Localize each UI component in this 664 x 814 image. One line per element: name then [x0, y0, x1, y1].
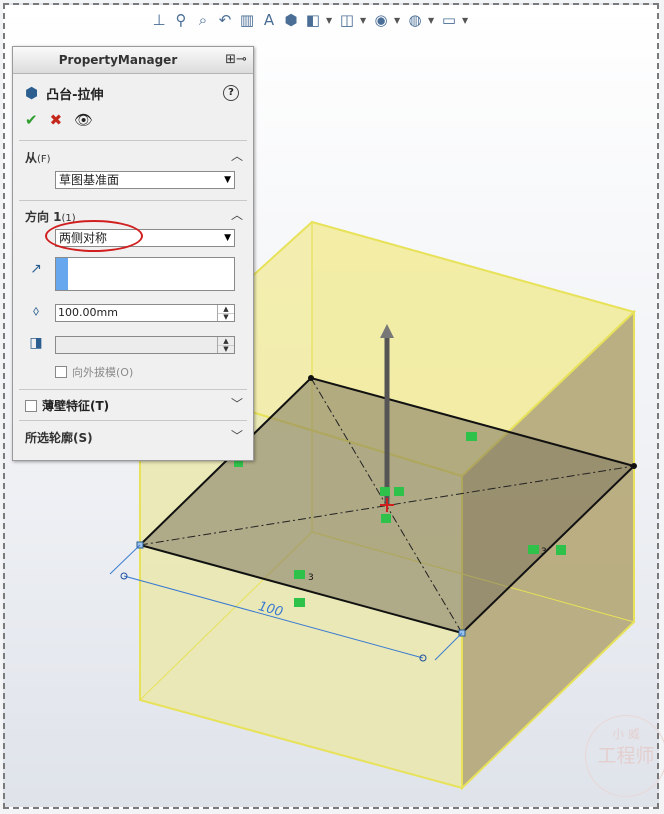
sketch-point[interactable]	[631, 463, 637, 469]
boss-extrude-icon: ⬢	[25, 84, 39, 102]
chevron-up-icon[interactable]: ︿	[231, 206, 243, 223]
divider	[19, 420, 247, 421]
relation-count: 3	[541, 547, 547, 557]
parallel-relation-icon[interactable]	[528, 545, 539, 554]
chevron-down-icon[interactable]: ▼	[428, 16, 436, 25]
zoom-to-fit-icon[interactable]: ⚲	[172, 11, 190, 29]
action-buttons: ✔ ✖ 👁	[25, 111, 253, 129]
parallel-relation-icon[interactable]	[294, 570, 305, 579]
chevron-down-icon[interactable]: ▼	[394, 16, 402, 25]
reverse-direction-icon[interactable]: ↗	[25, 261, 47, 281]
depth-input[interactable]: 100.00mm ▲ ▼	[55, 304, 235, 322]
sketch-point[interactable]	[308, 375, 314, 381]
spin-down-icon[interactable]: ▼	[217, 345, 234, 353]
edit-appearance-icon[interactable]: ◉	[372, 11, 390, 29]
view-orientation-icon[interactable]: ⬢	[282, 11, 300, 29]
draft-outward-checkbox[interactable]: 向外拔模(O)	[55, 364, 133, 380]
view-settings-icon[interactable]: ▭	[440, 11, 458, 29]
divider	[19, 200, 247, 201]
horizontal-relation-icon[interactable]	[294, 598, 305, 607]
selected-contours-title[interactable]: 所选轮廓(S)	[25, 429, 93, 446]
chevron-up-icon[interactable]: ︿	[231, 147, 243, 164]
divider	[19, 140, 247, 141]
chevron-down-icon[interactable]: ﹀	[231, 395, 243, 412]
draft-angle-input[interactable]: ▲ ▼	[55, 336, 235, 354]
relation-count: 3	[308, 573, 314, 583]
zoom-to-area-icon[interactable]: ⌕	[194, 11, 212, 29]
ok-button[interactable]: ✔	[25, 111, 38, 129]
apply-scene-icon[interactable]: ◍	[406, 11, 424, 29]
midpoint-relation-icon[interactable]	[381, 514, 391, 523]
property-manager-panel: PropertyManager ⊞⊸ ⬢ 凸台-拉伸 ? ✔ ✖ 👁 从(F) …	[12, 46, 254, 461]
property-manager-header: PropertyManager ⊞⊸	[13, 47, 253, 74]
dynamic-annotation-icon[interactable]: A	[260, 11, 278, 29]
direction-selection-box[interactable]	[55, 257, 235, 291]
from-section-title[interactable]: 从(F)	[25, 149, 51, 166]
pin-icon[interactable]: ⊞⊸	[225, 52, 247, 68]
feature-title: ⬢ 凸台-拉伸	[25, 83, 253, 103]
watermark-logo: 小 威 工程师	[585, 715, 664, 797]
vertical-relation-icon[interactable]	[556, 545, 566, 555]
coincident-relation-icon[interactable]	[394, 487, 404, 496]
previous-view-icon[interactable]: ↶	[216, 11, 234, 29]
preview-eye-icon[interactable]: 👁	[74, 111, 93, 129]
feature-name: 凸台-拉伸	[46, 87, 104, 103]
section-view-icon[interactable]: ▥	[238, 11, 256, 29]
coincident-relation-icon[interactable]	[380, 487, 390, 496]
annotation-circle	[45, 220, 143, 252]
hide-show-icon[interactable]: ◫	[338, 11, 356, 29]
chevron-down-icon[interactable]: ﹀	[231, 427, 243, 444]
horizontal-relation-icon[interactable]	[466, 432, 477, 441]
depth-icon: ⬨	[32, 303, 40, 319]
cancel-button[interactable]: ✖	[50, 111, 63, 129]
help-icon[interactable]: ?	[223, 85, 239, 101]
divider	[19, 389, 247, 390]
display-style-icon[interactable]: ◧	[304, 11, 322, 29]
chevron-down-icon[interactable]: ▼	[326, 16, 334, 25]
property-manager-title: PropertyManager	[58, 53, 178, 67]
start-condition-select[interactable]: 草图基准面 ▼	[55, 171, 235, 189]
draft-toggle-icon[interactable]: ◨	[25, 335, 47, 355]
spin-down-icon[interactable]: ▼	[217, 313, 234, 321]
watermark-text-bottom: 工程师	[597, 745, 655, 767]
chevron-down-icon[interactable]: ▼	[360, 16, 368, 25]
thin-feature-checkbox[interactable]: 薄壁特征(T)	[25, 397, 109, 414]
extension-line	[109, 544, 141, 575]
chevron-down-icon[interactable]: ▼	[462, 16, 470, 25]
heads-up-view-toolbar: ⊥ ⚲ ⌕ ↶ ▥ A ⬢ ◧ ▼ ◫ ▼ ◉ ▼ ◍ ▼ ▭ ▼	[150, 8, 470, 32]
normal-to-icon[interactable]: ⊥	[150, 11, 168, 29]
